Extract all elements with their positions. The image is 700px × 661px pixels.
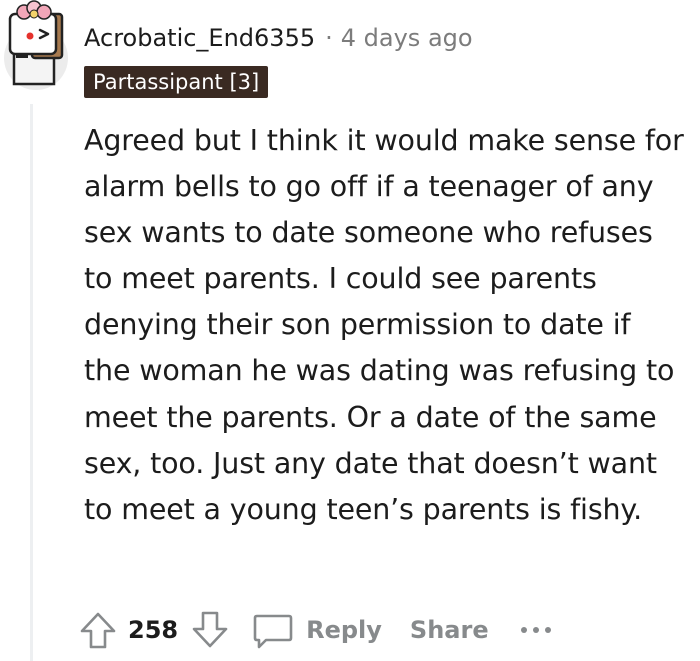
ellipsis-icon xyxy=(520,627,551,633)
more-options-button[interactable] xyxy=(519,624,553,636)
vote-score: 258 xyxy=(128,616,179,644)
upvote-button[interactable] xyxy=(78,610,118,650)
share-button[interactable]: Share xyxy=(410,616,489,644)
arrow-up-icon xyxy=(80,612,116,649)
reply-icon-button[interactable] xyxy=(252,610,294,650)
snoo-avatar-icon xyxy=(4,0,68,90)
comment-header: Acrobatic_End6355 · 4 days ago xyxy=(84,20,473,56)
timestamp[interactable]: 4 days ago xyxy=(341,24,473,52)
speech-bubble-icon xyxy=(253,614,293,649)
thread-line[interactable] xyxy=(30,104,33,661)
user-flair: Partassipant [3] xyxy=(84,66,269,98)
arrow-down-icon xyxy=(192,611,228,648)
meta-separator: · xyxy=(325,24,333,52)
username[interactable]: Acrobatic_End6355 xyxy=(84,24,315,52)
reply-button[interactable]: Reply xyxy=(306,616,382,644)
user-avatar[interactable] xyxy=(2,0,68,90)
downvote-button[interactable] xyxy=(190,610,230,650)
comment-actions: 258 Reply Share xyxy=(78,606,553,654)
comment-body: Agreed but I think it would make sense f… xyxy=(84,124,684,526)
